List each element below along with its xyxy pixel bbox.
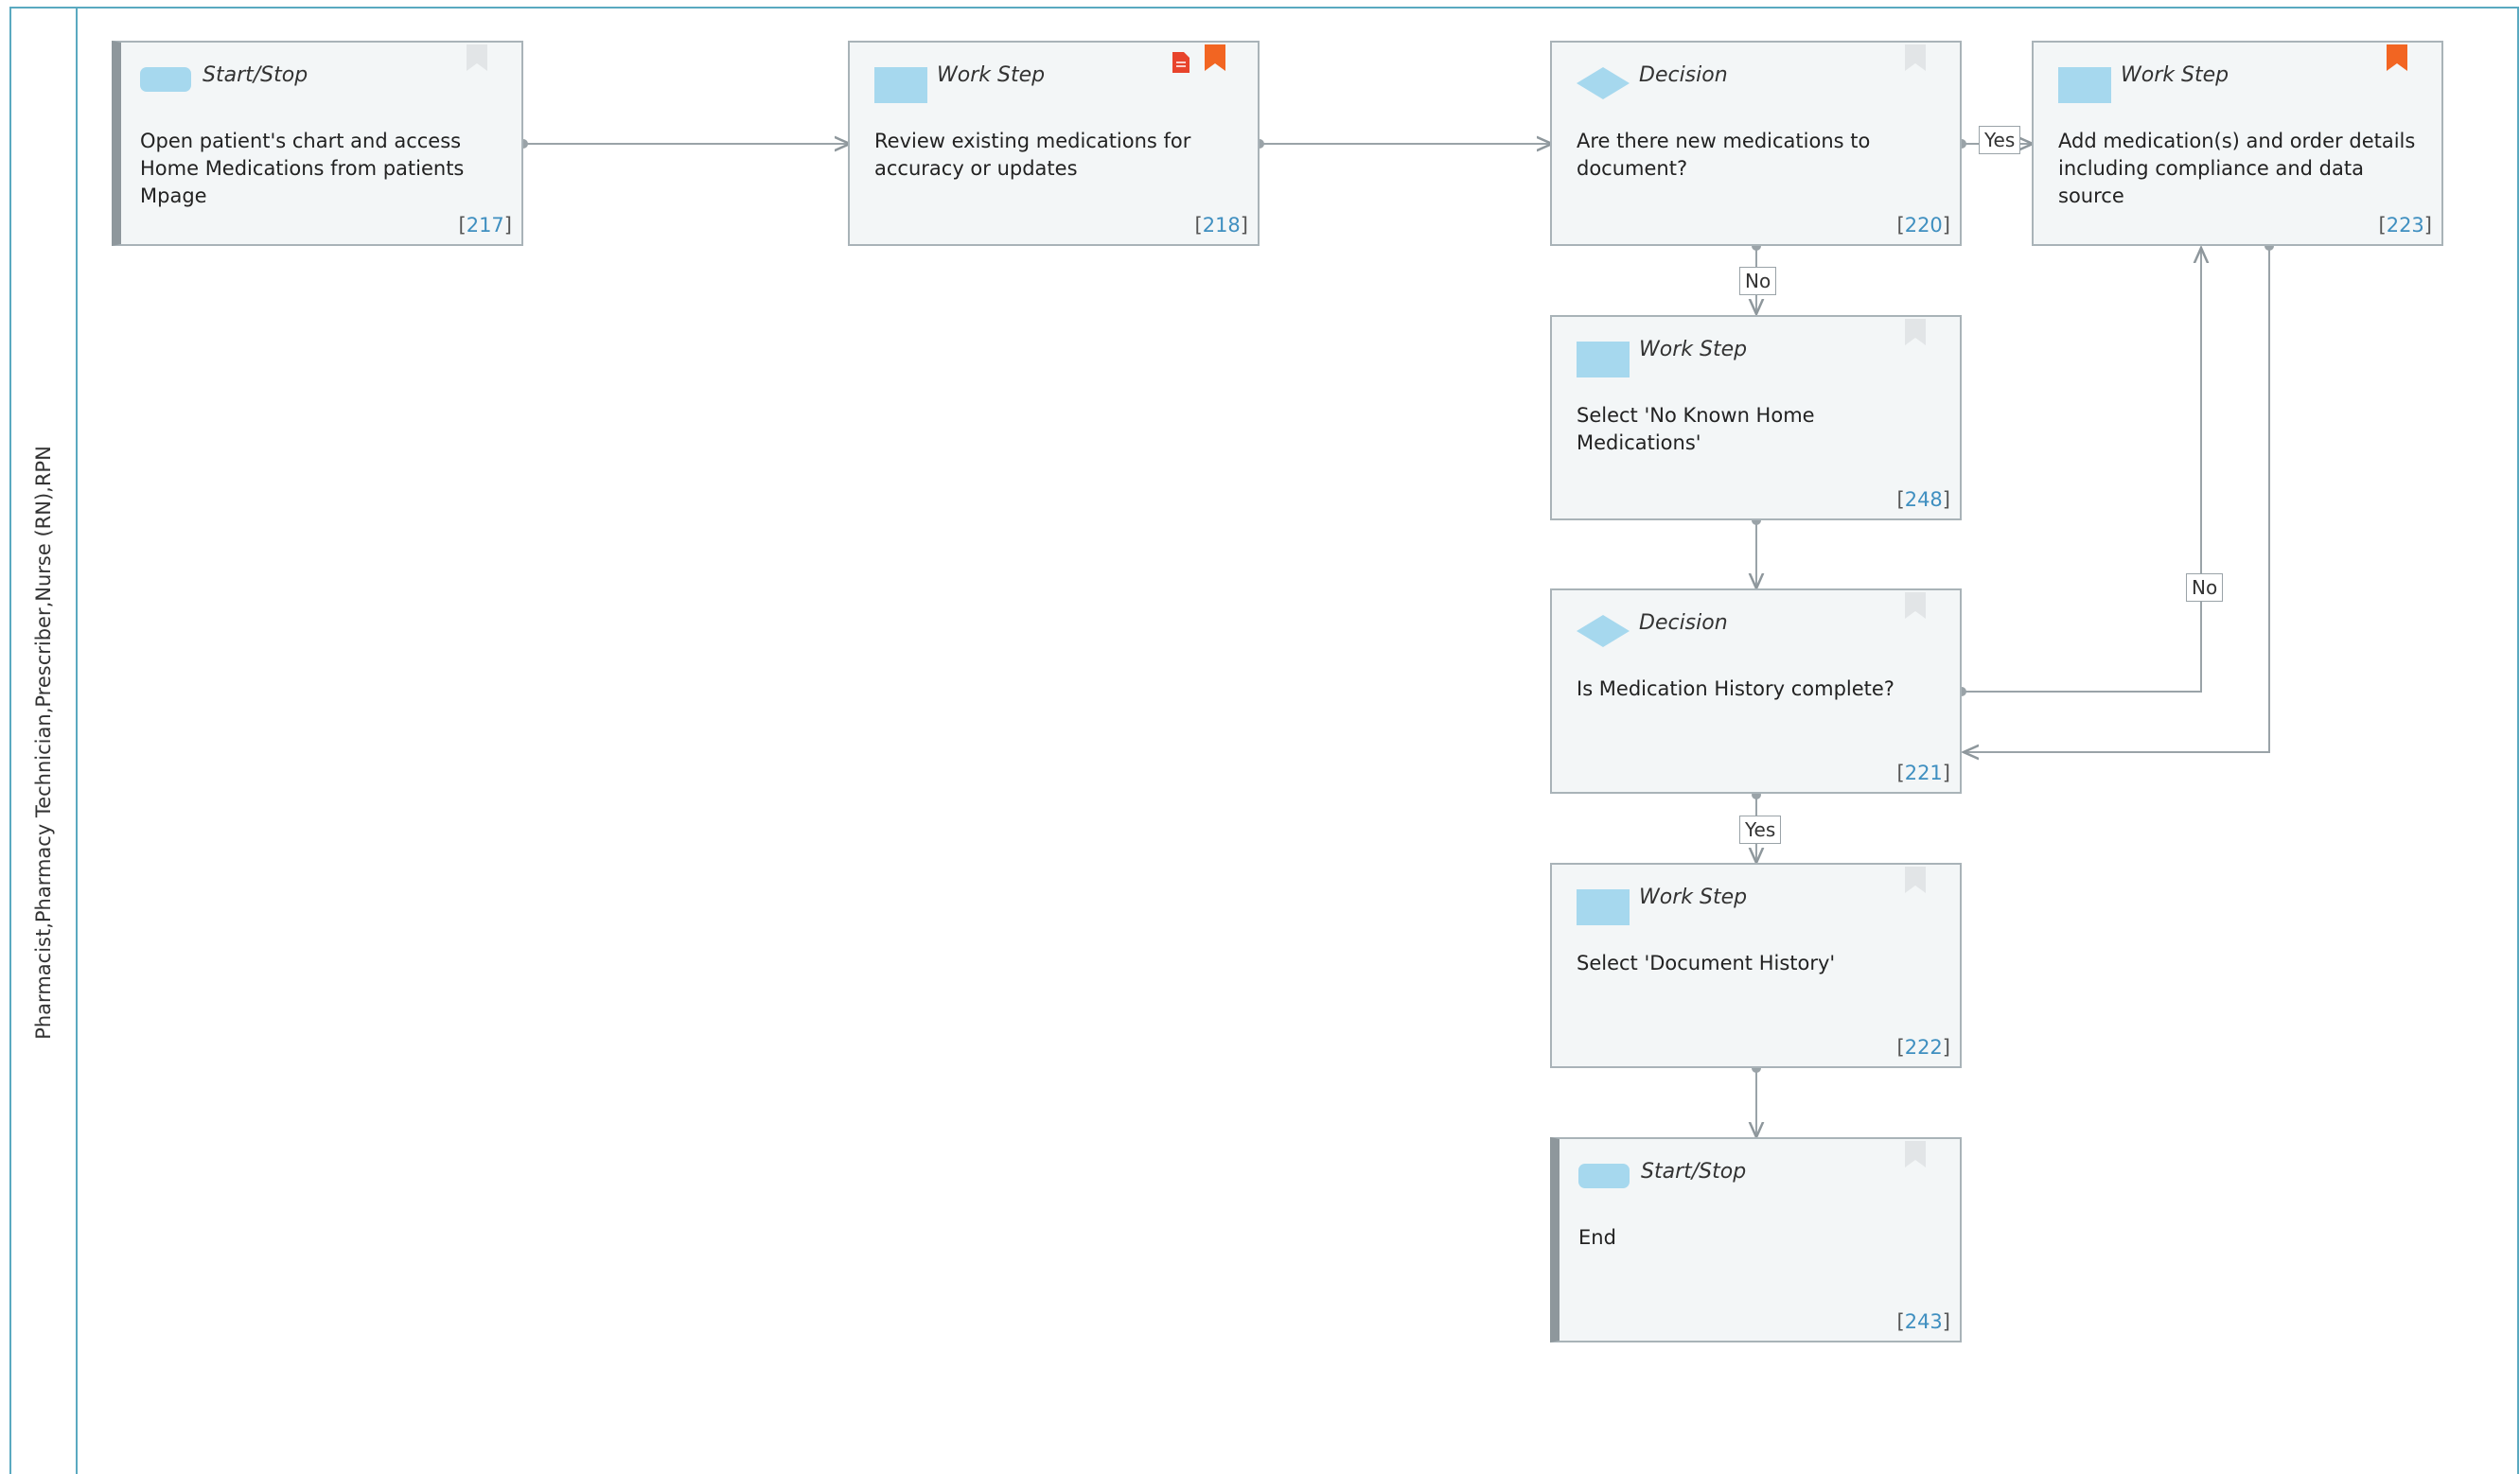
node-ref[interactable]: [222] [1897, 1036, 1951, 1059]
ref-number[interactable]: 243 [1905, 1310, 1943, 1333]
node-text: Add medication(s) and order details incl… [2058, 130, 2416, 207]
node-ref[interactable]: [220] [1897, 214, 1951, 237]
bookmark-icon[interactable] [1905, 592, 1926, 619]
edge-label-no: No [2186, 573, 2224, 602]
work-step-shape-icon [874, 67, 927, 103]
node-218[interactable]: Work Step Review existing medications fo… [848, 41, 1260, 246]
node-type: Work Step [2121, 63, 2229, 87]
ref-number[interactable]: 222 [1905, 1036, 1943, 1059]
node-text: Select 'Document History' [1577, 952, 1836, 974]
node-ref[interactable]: [223] [2379, 214, 2433, 237]
node-221[interactable]: Decision Is Medication History complete?… [1550, 588, 1962, 794]
node-text: Are there new medications to document? [1577, 130, 1871, 180]
decision-shape-icon [1577, 67, 1630, 99]
ref-number[interactable]: 221 [1905, 762, 1943, 784]
node-243[interactable]: Start/Stop End [243] [1550, 1137, 1962, 1342]
node-type: Decision [1639, 63, 1728, 87]
node-text: Review existing medications for accuracy… [874, 130, 1191, 180]
node-type: Decision [1639, 611, 1728, 635]
edge-223-221 [1964, 246, 2270, 752]
bookmark-icon[interactable] [1205, 44, 1225, 71]
work-step-shape-icon [1577, 342, 1630, 377]
start-stop-shape-icon [140, 67, 191, 92]
node-ref[interactable]: [218] [1195, 214, 1249, 237]
bookmark-icon[interactable] [1905, 319, 1926, 345]
bookmark-icon[interactable] [1905, 44, 1926, 71]
node-222[interactable]: Work Step Select 'Document History' [222… [1550, 863, 1962, 1068]
edge-label-yes: Yes [1979, 126, 2021, 154]
node-type: Work Step [1639, 886, 1748, 909]
document-icon[interactable] [1172, 52, 1190, 73]
ref-number[interactable]: 218 [1203, 214, 1241, 237]
node-type: Work Step [1639, 338, 1748, 361]
node-type: Start/Stop [1641, 1160, 1747, 1184]
node-ref[interactable]: [243] [1897, 1310, 1951, 1333]
node-text: End [1578, 1226, 1616, 1249]
decision-shape-icon [1577, 615, 1630, 647]
node-ref[interactable]: [221] [1897, 762, 1951, 784]
node-248[interactable]: Work Step Select 'No Known Home Medicati… [1550, 315, 1962, 520]
node-text: Select 'No Known Home Medications' [1577, 404, 1815, 454]
node-ref[interactable]: [217] [459, 214, 513, 237]
bookmark-icon[interactable] [467, 44, 487, 71]
node-223[interactable]: Work Step Add medication(s) and order de… [2032, 41, 2443, 246]
edge-label-yes: Yes [1739, 816, 1782, 844]
work-step-shape-icon [2058, 67, 2111, 103]
ref-number[interactable]: 223 [2387, 214, 2424, 237]
bookmark-icon[interactable] [1905, 867, 1926, 893]
edge-label-no: No [1739, 267, 1777, 295]
bookmark-icon[interactable] [1905, 1141, 1926, 1167]
ref-number[interactable]: 248 [1905, 488, 1943, 511]
work-step-shape-icon [1577, 889, 1630, 925]
node-ref[interactable]: [248] [1897, 488, 1951, 511]
node-217[interactable]: Start/Stop Open patient's chart and acce… [112, 41, 523, 246]
ref-number[interactable]: 220 [1905, 214, 1943, 237]
edge-221-223 [1962, 248, 2201, 693]
bookmark-icon[interactable] [2387, 44, 2407, 71]
node-type: Start/Stop [203, 63, 308, 87]
ref-number[interactable]: 217 [467, 214, 504, 237]
node-220[interactable]: Decision Are there new medications to do… [1550, 41, 1962, 246]
node-type: Work Step [937, 63, 1046, 87]
start-stop-shape-icon [1578, 1164, 1630, 1188]
node-text: Is Medication History complete? [1577, 677, 1894, 700]
node-text: Open patient's chart and access Home Med… [140, 130, 465, 207]
